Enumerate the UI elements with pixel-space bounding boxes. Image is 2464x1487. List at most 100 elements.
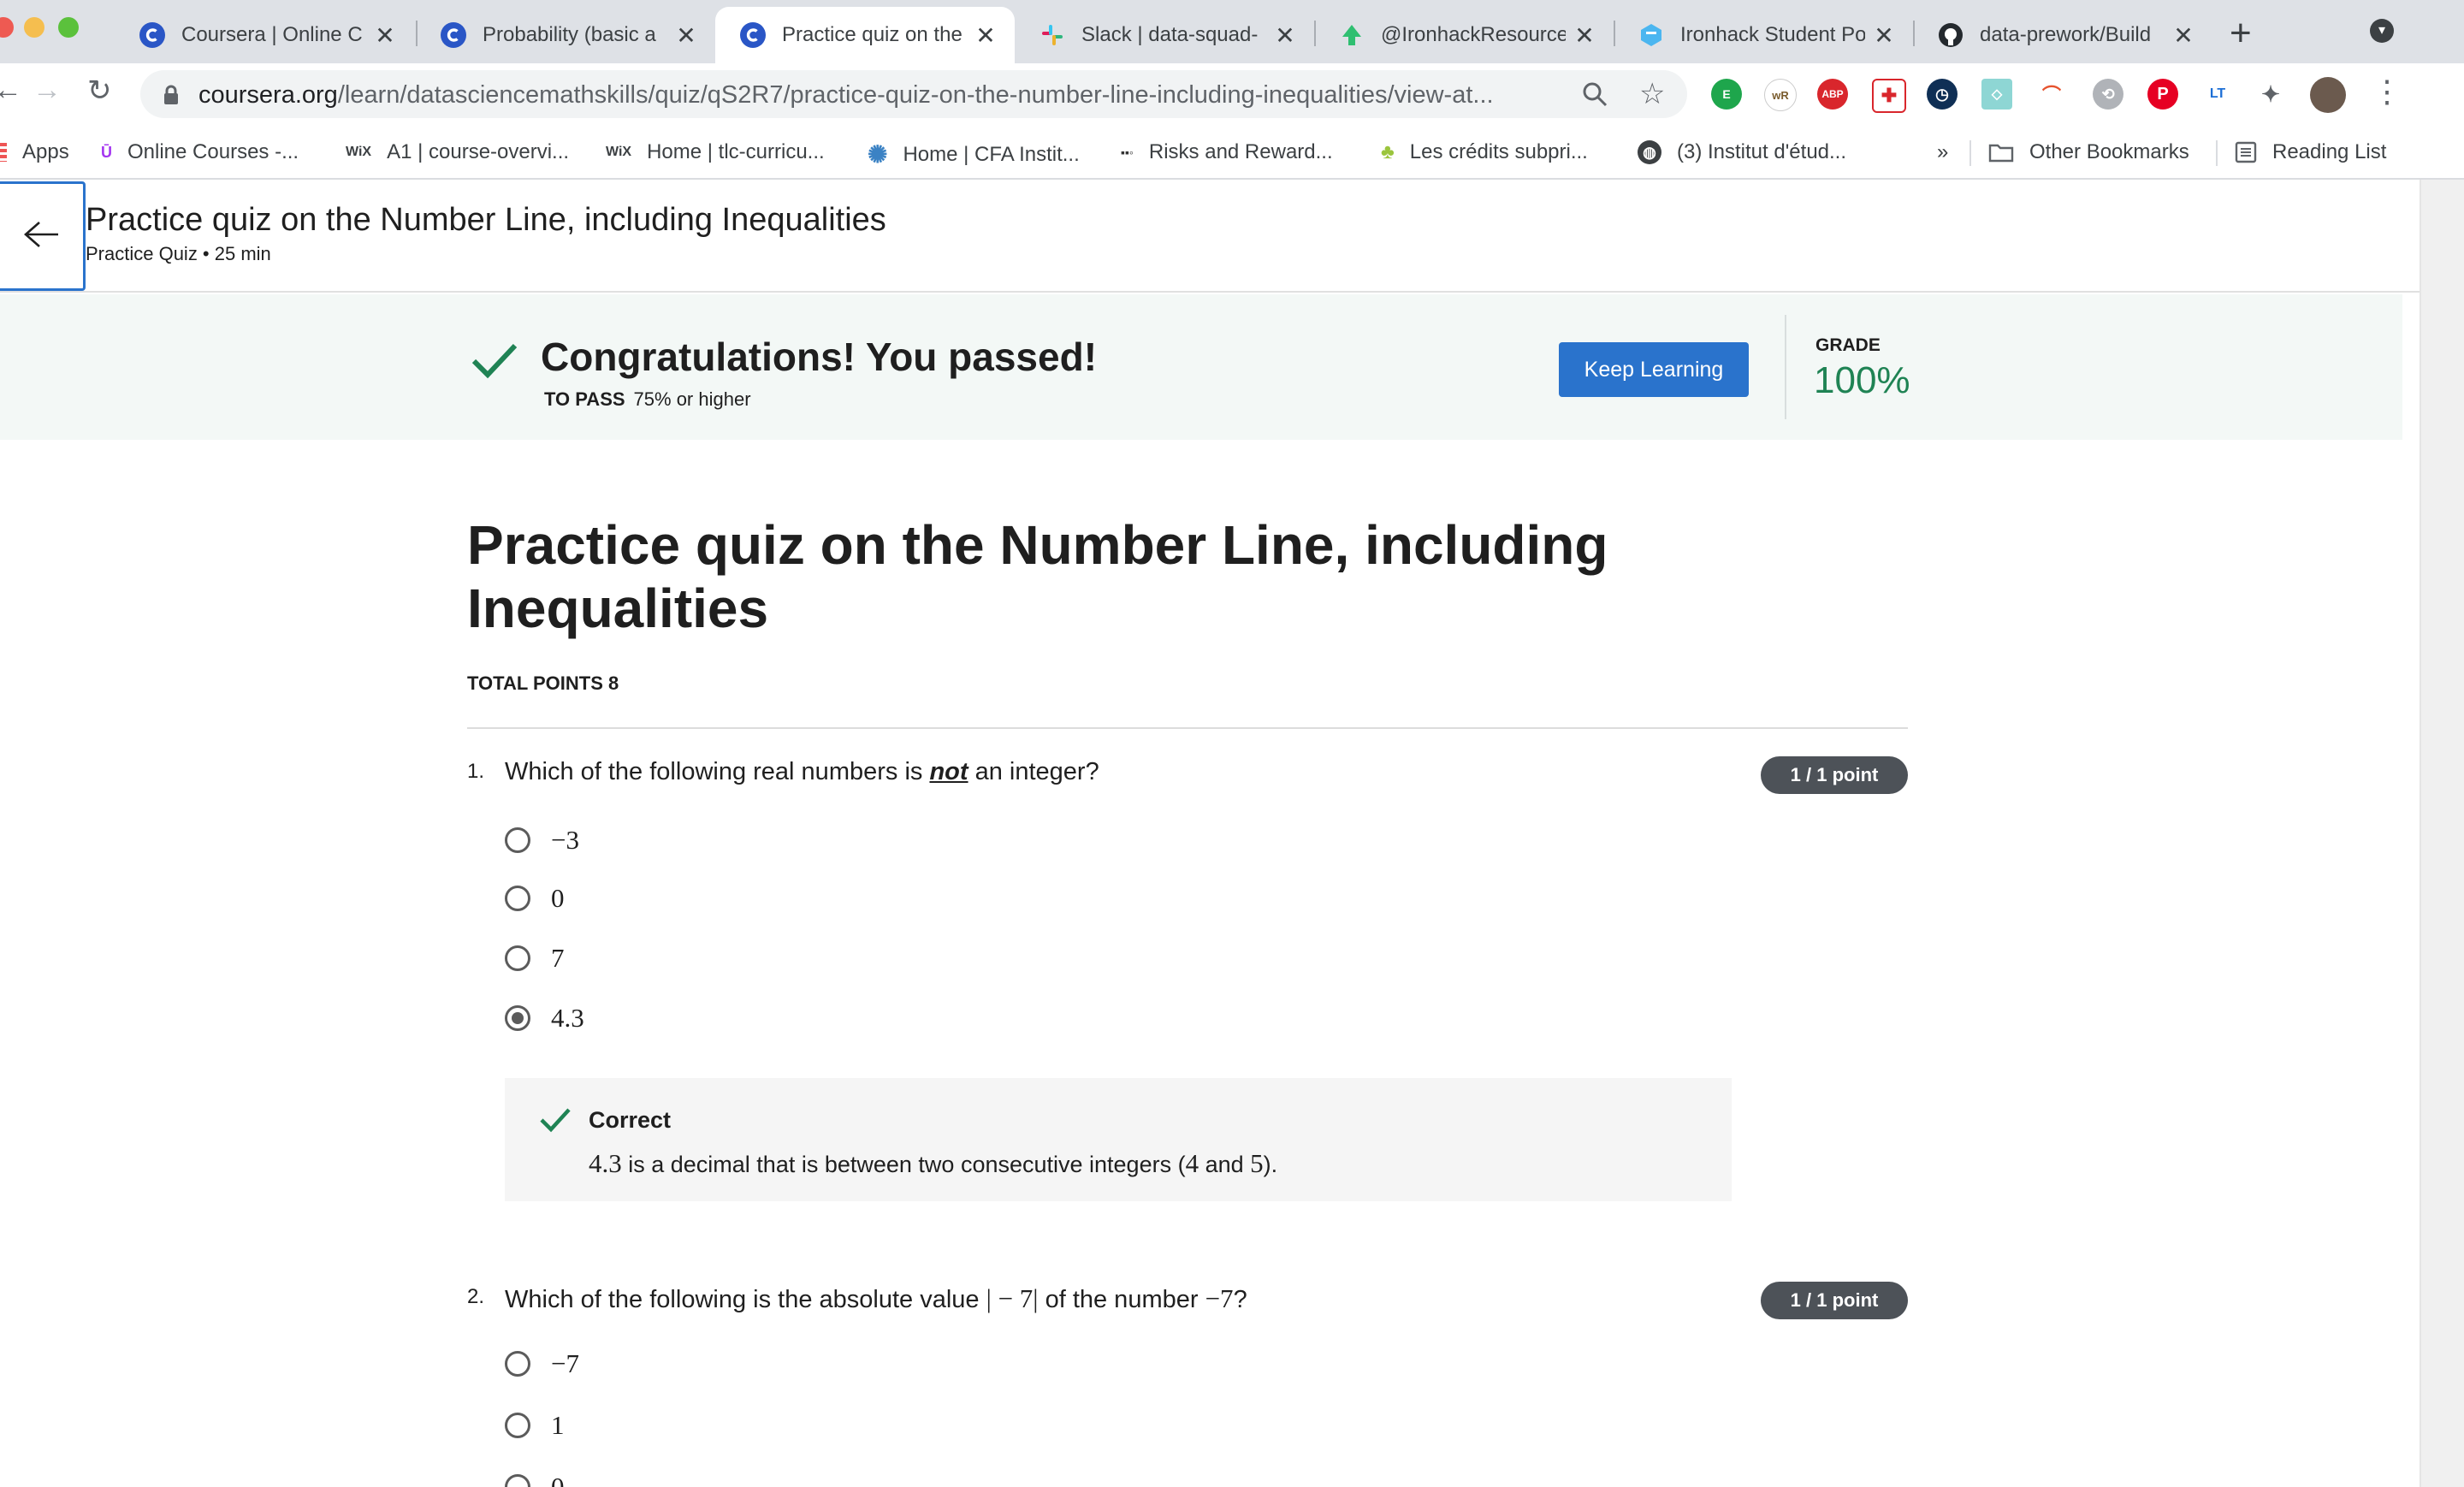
coursera-quiz-page: Practice quiz on the Number Line, includ… bbox=[0, 180, 2420, 1487]
bookmark-item[interactable]: Ū Online Courses -... bbox=[101, 140, 299, 164]
to-pass-value: 75% or higher bbox=[633, 388, 751, 410]
red-cross-extension-icon[interactable]: ✚ bbox=[1872, 79, 1906, 113]
browser-tab[interactable]: Slack | data-squad- ✕ bbox=[1015, 7, 1314, 63]
tab-title: @IronhackResource bbox=[1381, 23, 1566, 46]
globe-icon: ◍ bbox=[1638, 140, 1661, 164]
browser-tab[interactable]: Probability (basic a ✕ bbox=[416, 7, 715, 63]
bookmark-item[interactable]: ✺ Home | CFA Instit... bbox=[868, 140, 1080, 169]
coursera-icon bbox=[739, 21, 767, 49]
window-close-button[interactable] bbox=[0, 17, 14, 38]
tab-title: Probability (basic a bbox=[483, 23, 656, 46]
radio-button[interactable] bbox=[505, 945, 530, 971]
wix-icon: WiX bbox=[606, 145, 632, 159]
option-label: −3 bbox=[551, 825, 579, 855]
bookmark-item[interactable]: Apps bbox=[0, 140, 69, 164]
section-divider bbox=[467, 727, 1908, 729]
answer-option-selected[interactable]: 4.3 bbox=[505, 1003, 584, 1034]
reading-list[interactable]: Reading List bbox=[2235, 140, 2386, 164]
url-text: coursera.org/learn/datasciencemathskills… bbox=[198, 81, 1494, 110]
tab-search-chevron-icon[interactable]: ▾ bbox=[2370, 19, 2394, 43]
bookmarks-overflow-chevron[interactable]: » bbox=[1937, 140, 1948, 164]
radio-button[interactable] bbox=[505, 1474, 530, 1487]
quiz-title: Practice quiz on the Number Line, includ… bbox=[467, 514, 1608, 639]
browser-menu-kebab-icon[interactable]: ⋮ bbox=[2372, 74, 2402, 110]
feedback-text: 4.3 is a decimal that is between two con… bbox=[589, 1148, 1277, 1179]
wordreference-extension-icon[interactable]: wR bbox=[1764, 79, 1797, 111]
bookmark-item[interactable]: ♣ Les crédits subpri... bbox=[1381, 140, 1588, 164]
answer-feedback: Correct 4.3 is a decimal that is between… bbox=[505, 1078, 1732, 1201]
url-domain: coursera.org bbox=[198, 81, 338, 109]
browser-tab[interactable]: data-prework/Build ✕ bbox=[1913, 7, 2212, 63]
address-bar[interactable]: coursera.org/learn/datasciencemathskills… bbox=[140, 70, 1687, 118]
browser-tab[interactable]: Ironhack Student Po ✕ bbox=[1614, 7, 1913, 63]
question-text: Which of the following is the absolute v… bbox=[505, 1283, 1247, 1314]
option-label: 7 bbox=[551, 943, 565, 973]
bookmark-item[interactable]: ▪▪◦ Risks and Reward... bbox=[1121, 140, 1333, 164]
languagetool-extension-icon[interactable]: LT bbox=[2202, 79, 2233, 110]
bookmark-label: Home | CFA Instit... bbox=[903, 142, 1080, 166]
reload-icon[interactable]: ↻ bbox=[87, 74, 112, 108]
question-text-part: Which of the following is the absolute v… bbox=[505, 1286, 986, 1313]
radio-button[interactable] bbox=[505, 886, 530, 911]
pinterest-extension-icon[interactable]: P bbox=[2147, 79, 2178, 110]
tab-close-icon[interactable]: ✕ bbox=[1872, 21, 1896, 50]
bookmarks-divider bbox=[2216, 140, 2218, 166]
bucket-extension-icon[interactable]: ◇ bbox=[1981, 79, 2012, 110]
bookmark-item[interactable]: WiX Home | tlc-curricu... bbox=[606, 140, 825, 164]
puzzle-extensions-icon[interactable]: ✦ bbox=[2255, 79, 2286, 110]
adblock-plus-extension-icon[interactable]: ABP bbox=[1817, 79, 1848, 110]
radio-button[interactable] bbox=[505, 1413, 530, 1438]
browser-tab-strip: Coursera | Online C ✕ Probability (basic… bbox=[0, 0, 2464, 63]
bookmark-item[interactable]: WiX A1 | course-overvi... bbox=[346, 140, 569, 164]
tab-close-icon[interactable]: ✕ bbox=[373, 21, 397, 50]
window-zoom-button[interactable] bbox=[58, 17, 79, 38]
answer-option[interactable]: 0 bbox=[505, 883, 565, 914]
other-bookmarks[interactable]: Other Bookmarks bbox=[1988, 140, 2189, 164]
answer-option[interactable]: −7 bbox=[505, 1348, 579, 1379]
reading-list-icon bbox=[2235, 141, 2257, 163]
total-points: TOTAL POINTS 8 bbox=[467, 672, 619, 694]
answer-option[interactable]: 0 bbox=[505, 1472, 565, 1487]
answer-option[interactable]: 1 bbox=[505, 1410, 565, 1441]
grade-label: GRADE bbox=[1815, 335, 1881, 355]
radio-button-selected[interactable] bbox=[505, 1005, 530, 1031]
radio-button[interactable] bbox=[505, 827, 530, 853]
back-arrow-icon[interactable]: ← bbox=[0, 74, 22, 107]
browser-tab[interactable]: Coursera | Online C ✕ bbox=[115, 7, 414, 63]
bookmark-star-icon[interactable]: ☆ bbox=[1639, 77, 1665, 111]
linktree-icon bbox=[1338, 21, 1365, 49]
grey-link-extension-icon[interactable]: ⟲ bbox=[2093, 79, 2123, 110]
header-divider bbox=[0, 291, 2420, 293]
tab-close-icon[interactable]: ✕ bbox=[674, 21, 698, 50]
header-title: Practice quiz on the Number Line, includ… bbox=[86, 202, 886, 238]
tab-title: Ironhack Student Po bbox=[1680, 23, 1865, 46]
keep-learning-button[interactable]: Keep Learning bbox=[1559, 342, 1749, 397]
arc-extension-icon[interactable]: ⌒ bbox=[2036, 79, 2067, 110]
tab-close-icon[interactable]: ✕ bbox=[1573, 21, 1596, 50]
zoom-magnifier-icon[interactable] bbox=[1581, 80, 1608, 112]
tab-close-icon[interactable]: ✕ bbox=[2171, 21, 2195, 50]
grade-value: 100% bbox=[1814, 359, 1910, 401]
radio-button[interactable] bbox=[505, 1351, 530, 1377]
new-tab-plus-icon[interactable]: + bbox=[2230, 12, 2252, 55]
evernote-extension-icon[interactable]: E bbox=[1711, 79, 1742, 110]
question-text-part: Which of the following real numbers is bbox=[505, 758, 930, 785]
math-value: | − 7| bbox=[986, 1283, 1039, 1313]
coursera-icon bbox=[139, 21, 166, 49]
bookmark-item[interactable]: ◍ (3) Institut d'étud... bbox=[1638, 140, 1846, 164]
window-minimize-button[interactable] bbox=[24, 17, 44, 38]
browser-tab[interactable]: @IronhackResource ✕ bbox=[1314, 7, 1614, 63]
bookmark-label: A1 | course-overvi... bbox=[387, 140, 570, 163]
browser-tab-active[interactable]: Practice quiz on the ✕ bbox=[715, 7, 1015, 63]
tab-close-icon[interactable]: ✕ bbox=[1273, 21, 1297, 50]
profile-avatar[interactable] bbox=[2310, 77, 2346, 113]
back-button[interactable] bbox=[0, 181, 86, 291]
reading-list-label: Reading List bbox=[2272, 140, 2387, 163]
to-pass-label: TO PASS bbox=[544, 388, 625, 410]
clockify-extension-icon[interactable]: ◷ bbox=[1927, 79, 1958, 110]
answer-option[interactable]: 7 bbox=[505, 943, 565, 974]
forward-arrow-icon[interactable]: → bbox=[33, 74, 62, 107]
tab-close-icon[interactable]: ✕ bbox=[974, 21, 998, 50]
bookmark-label: Risks and Reward... bbox=[1148, 140, 1333, 163]
answer-option[interactable]: −3 bbox=[505, 825, 579, 856]
